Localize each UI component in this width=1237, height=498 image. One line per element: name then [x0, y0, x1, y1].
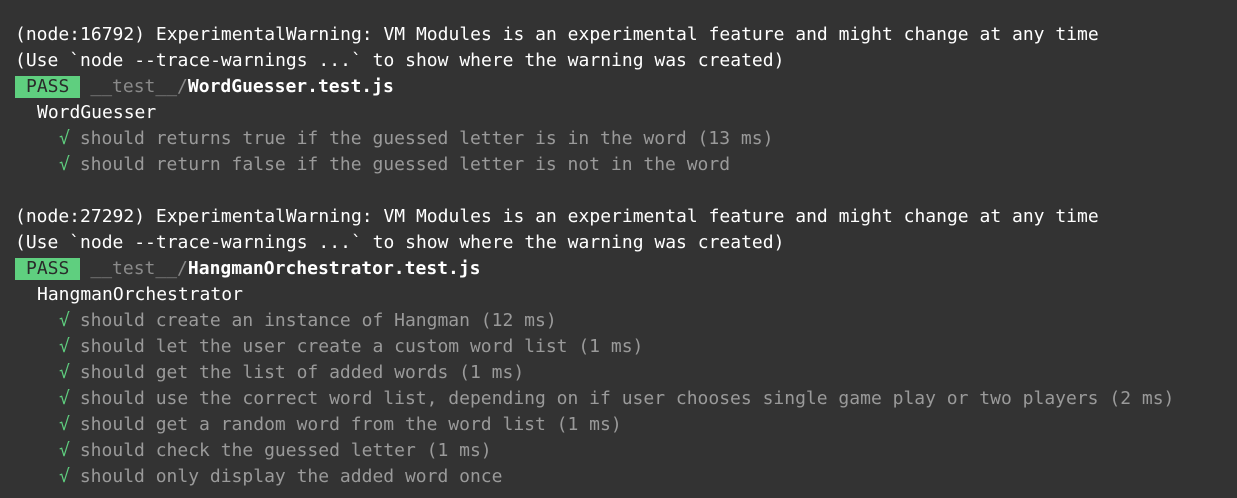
check-icon: √ [59, 414, 70, 435]
test-case-label: should returns true if the guessed lette… [79, 128, 774, 149]
test-case: √ should let the user create a custom wor… [15, 334, 1237, 360]
pass-badge: PASS [15, 76, 81, 98]
warning-line: (node:16792) ExperimentalWarning: VM Mod… [15, 24, 1099, 45]
check-icon: √ [59, 336, 70, 357]
check-icon: √ [59, 154, 70, 175]
test-file-name: HangmanOrchestrator.test.js [187, 258, 481, 279]
check-icon: √ [59, 310, 70, 331]
check-icon: √ [59, 388, 70, 409]
test-case: √ should get the list of added words (1 m… [15, 360, 1237, 386]
test-case-label: should use the correct word list, depend… [79, 388, 1175, 409]
warning-hint-line: (Use `node --trace-warnings ...` to show… [15, 232, 785, 253]
check-icon: √ [59, 440, 70, 461]
test-case-label: should create an instance of Hangman (12… [79, 310, 557, 331]
suite-name: WordGuesser [37, 102, 157, 123]
test-case-label: should only display the added word once [79, 466, 503, 487]
suite-name: HangmanOrchestrator [37, 284, 243, 305]
test-case-label: should get a random word from the word l… [79, 414, 622, 435]
test-file-dir: __test__/ [90, 76, 188, 97]
test-case-label: should get the list of added words (1 ms… [79, 362, 525, 383]
check-icon: √ [59, 362, 70, 383]
warning-hint-line: (Use `node --trace-warnings ...` to show… [15, 50, 785, 71]
test-case: √ should returns true if the guessed lett… [15, 126, 1237, 152]
test-case: √ should use the correct word list, depen… [15, 386, 1237, 412]
test-case: √ should return false if the guessed lett… [15, 152, 1237, 178]
test-file-result: PASS __test__/HangmanOrchestrator.test.js [15, 256, 1237, 282]
test-case: √ should check the guessed letter (1 ms) [15, 438, 1237, 464]
pass-badge: PASS [15, 258, 81, 280]
terminal-output: (node:16792) ExperimentalWarning: VM Mod… [15, 22, 1237, 490]
test-case: √ should get a random word from the word … [15, 412, 1237, 438]
test-file-result: PASS __test__/WordGuesser.test.js [15, 74, 1237, 100]
test-case-label: should let the user create a custom word… [79, 336, 644, 357]
test-case: √ should create an instance of Hangman (1… [15, 308, 1237, 334]
test-case-label: should return false if the guessed lette… [79, 154, 731, 175]
test-file-name: WordGuesser.test.js [187, 76, 394, 97]
warning-line: (node:27292) ExperimentalWarning: VM Mod… [15, 206, 1099, 227]
check-icon: √ [59, 128, 70, 149]
test-file-dir: __test__/ [90, 258, 188, 279]
check-icon: √ [59, 466, 70, 487]
test-case-label: should check the guessed letter (1 ms) [79, 440, 492, 461]
test-case: √ should only display the added word once [15, 464, 1237, 490]
